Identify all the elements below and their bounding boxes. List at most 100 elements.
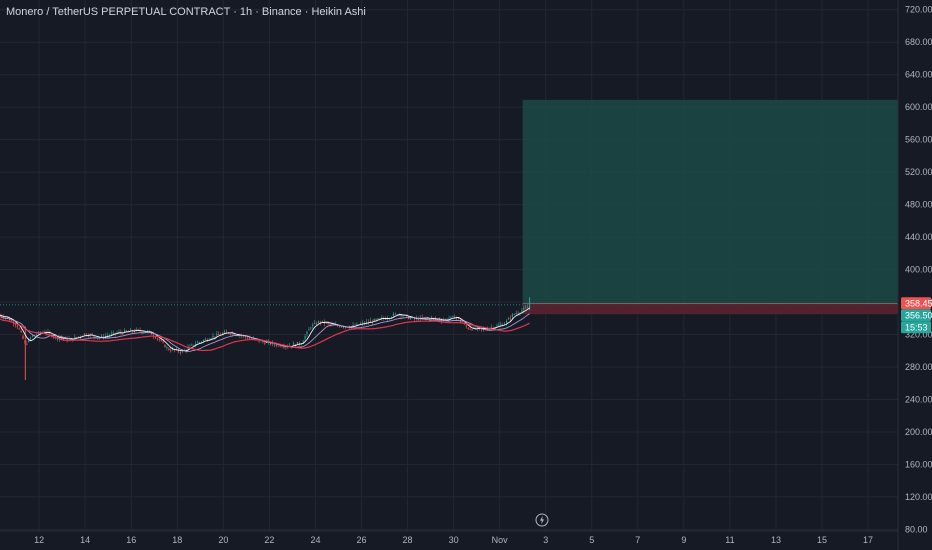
- candle-body: [321, 320, 323, 322]
- candle-body: [377, 318, 379, 320]
- candle-body: [339, 326, 341, 328]
- candle-body: [212, 336, 214, 338]
- y-tick-label: 400.00: [905, 265, 932, 275]
- chart-canvas[interactable]: 80.00120.00160.00200.00240.00280.00320.0…: [0, 0, 932, 550]
- y-tick-label: 720.00: [905, 5, 932, 15]
- candle-body: [450, 316, 452, 318]
- candle-body: [275, 345, 277, 346]
- candle-body: [101, 335, 103, 337]
- candle-body: [465, 325, 467, 327]
- candle-body: [179, 352, 181, 353]
- candle-body: [312, 324, 314, 327]
- candle-body: [204, 339, 206, 340]
- x-tick-label: 7: [635, 535, 640, 545]
- candle-body: [158, 339, 160, 341]
- y-tick-label: 200.00: [905, 427, 932, 437]
- candle-body: [129, 329, 132, 331]
- candle-body: [356, 323, 358, 325]
- candle-body: [168, 348, 170, 350]
- candle-body: [471, 329, 473, 331]
- candle-body: [314, 322, 316, 324]
- candle-body: [260, 340, 262, 342]
- candle-body: [279, 345, 281, 347]
- x-tick-label: 13: [771, 535, 781, 545]
- candle-body: [500, 324, 502, 326]
- candle-body: [417, 319, 419, 321]
- candle-body: [329, 323, 331, 325]
- candle-body: [517, 313, 519, 315]
- candle-body: [385, 318, 387, 320]
- candle-body: [83, 333, 86, 335]
- chart-title: Monero / TetherUS PERPETUAL CONTRACT · 1…: [6, 6, 366, 18]
- candle-body: [296, 342, 299, 344]
- candle-body: [16, 325, 18, 328]
- y-tick-label: 280.00: [905, 362, 932, 372]
- candle-body: [490, 327, 492, 329]
- y-tick-label: 560.00: [905, 135, 932, 145]
- candle-body: [369, 320, 371, 322]
- candle-body: [229, 333, 231, 335]
- candle-body: [20, 330, 22, 333]
- y-tick-label: 480.00: [905, 200, 932, 210]
- candle-body: [218, 334, 220, 335]
- y-tick-label: 640.00: [905, 70, 932, 80]
- x-tick-label: 15: [817, 535, 827, 545]
- lightning-bolt-icon[interactable]: [535, 513, 549, 527]
- candle-body: [32, 335, 34, 337]
- candle-body: [283, 346, 285, 348]
- y-tick-label: 80.00: [905, 524, 928, 534]
- x-tick-label: 14: [80, 535, 90, 545]
- price-tag-label: 356.50: [905, 310, 932, 320]
- y-tick-label: 120.00: [905, 492, 932, 502]
- stop-loss-zone: [522, 303, 898, 315]
- candle-body: [362, 322, 364, 324]
- candle-body: [507, 318, 510, 320]
- price-tag-label: 358.45: [905, 298, 932, 308]
- x-tick-label: 16: [126, 535, 136, 545]
- candle-body: [214, 336, 216, 338]
- candle-body: [527, 307, 529, 309]
- y-tick-label: 680.00: [905, 37, 932, 47]
- y-tick-label: 440.00: [905, 232, 932, 242]
- x-tick-label: 24: [310, 535, 320, 545]
- candle-body: [317, 321, 320, 323]
- candle-body: [523, 308, 525, 310]
- candle-body: [160, 340, 162, 341]
- candle-body: [304, 336, 306, 339]
- candle-body: [225, 331, 228, 333]
- candle-body: [30, 337, 32, 339]
- candle-body: [292, 343, 295, 345]
- x-tick-label: 28: [403, 535, 413, 545]
- candle-body: [22, 335, 24, 339]
- profit-zone: [522, 99, 898, 304]
- candle-body: [498, 324, 500, 326]
- candle-body: [262, 341, 264, 343]
- y-tick-label: 160.00: [905, 459, 932, 469]
- candle-body: [112, 332, 114, 334]
- candle-body: [170, 350, 172, 352]
- candle-body: [35, 334, 38, 336]
- candle-body: [342, 326, 345, 328]
- candle-body: [373, 319, 375, 321]
- x-tick-label: 18: [172, 535, 182, 545]
- candle-body: [525, 307, 527, 309]
- candle-body: [308, 329, 310, 331]
- position-tool[interactable]: [522, 99, 898, 315]
- candle-body: [221, 333, 224, 335]
- candle-body: [515, 313, 517, 315]
- y-tick-label: 520.00: [905, 167, 932, 177]
- candle-body: [156, 338, 158, 340]
- candle-body: [402, 315, 404, 317]
- candle-body: [124, 330, 126, 332]
- candle-body: [198, 342, 201, 343]
- candle-body: [166, 347, 168, 348]
- candle-body: [352, 325, 354, 326]
- candle-body: [246, 337, 249, 339]
- x-tick-label: 30: [449, 535, 459, 545]
- price-tags: 358.45 356.50 15:53: [901, 297, 932, 334]
- y-tick-label: 240.00: [905, 394, 932, 404]
- candle-body: [316, 323, 318, 325]
- candle-body: [467, 327, 469, 329]
- candle-body: [202, 340, 204, 341]
- x-tick-label: 11: [725, 535, 734, 545]
